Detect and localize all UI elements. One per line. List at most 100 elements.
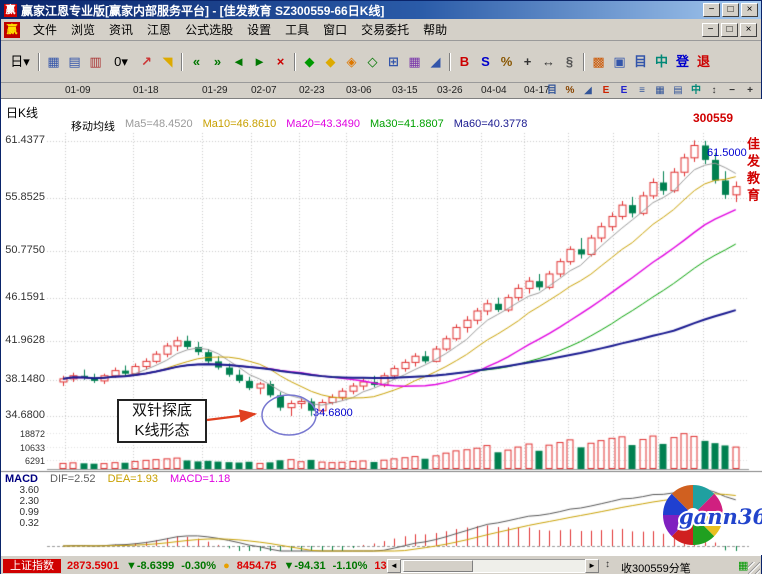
minimize-button[interactable]: − [703,3,720,17]
menu-item[interactable]: 交易委托 [354,18,416,41]
brand-icon: 赢 [4,22,20,38]
scroll-left-icon[interactable]: ◄ [387,559,401,573]
price-axis-label: 46.1591 [1,291,45,303]
menu-item[interactable]: 文件 [26,18,64,41]
macd-axis-label: 3.60 [1,485,39,496]
index-badge[interactable]: 上证指数 [3,559,61,573]
drawing-board-icon[interactable]: ▦ [43,52,64,72]
date-label: 04-04 [481,85,507,96]
scroll-right-icon[interactable]: ► [585,559,599,573]
splitter-icon[interactable]: ↕ [605,559,610,570]
price-axis-label: 34.6800 [1,409,45,421]
volume-axis-label: 10633 [1,443,45,453]
gann-diamond-outline-icon[interactable]: ◇ [362,52,383,72]
mdi-minimize-button[interactable]: − [702,23,719,37]
status-value: ▼-8.6399 [126,559,174,573]
ma-legend-item: Ma60=40.3778 [454,118,528,134]
macd-axis-label: 2.30 [1,496,39,507]
toolbar-separator [583,53,585,71]
macd-axis-label: 0.99 [1,507,39,518]
info-panel-icon[interactable]: 目 [630,52,651,72]
ma-legend-title: 移动均线 [71,118,115,134]
toolbar-icons: 日▾▦▤▥0▾↗◥«»◄►×◆◆◈◇⊞▦◢BS%+↔§▩▣目中登退 [5,52,714,72]
list-panel-icon[interactable]: 目 [543,84,561,98]
flag-marker-icon[interactable]: ◥ [157,52,178,72]
gann-diamond-yellow-icon[interactable]: ◆ [320,52,341,72]
fan-tool-icon[interactable]: ◢ [579,84,597,98]
page-left-icon[interactable]: ◄ [228,52,249,72]
color-blocks-icon[interactable]: ▩ [588,52,609,72]
mdi-restore-button[interactable]: □ [721,23,738,37]
menu-item[interactable]: 资讯 [102,18,140,41]
center-tool-icon[interactable]: 中 [687,84,705,98]
settings-tool-icon[interactable]: § [559,52,580,72]
zoom-out-icon[interactable]: − [723,84,741,98]
period-day-dropdown[interactable]: 日▾ [5,52,35,72]
annotation-arrow-icon [207,414,255,420]
sell-point-icon[interactable]: S [475,52,496,72]
expand-e-down-icon[interactable]: E [615,84,633,98]
login-icon[interactable]: 登 [672,52,693,72]
annotation-line2: K线形态 [119,421,205,441]
menu-item[interactable]: 公式选股 [178,18,240,41]
chart-area: 日K线 移动均线 Ma5=48.4520Ma10=46.8610Ma20=43.… [1,99,762,555]
mdi-close-button[interactable]: × [740,23,757,37]
macd-title: MACD [5,473,38,485]
status-value: -1.10% [333,559,368,573]
close-button[interactable]: × [741,3,758,17]
gann-double-diamond-icon[interactable]: ◈ [341,52,362,72]
gann-square-icon[interactable]: ▦ [404,52,425,72]
kline-panel-icon[interactable]: ▥ [85,52,106,72]
toolbar-separator [181,53,183,71]
page-right-icon[interactable]: ► [249,52,270,72]
scrollbar-thumb[interactable] [403,560,473,572]
menu-item[interactable]: 窗口 [316,18,354,41]
grid-tool-icon[interactable]: ▦ [651,84,669,98]
trend-marker-icon[interactable]: ↗ [136,52,157,72]
volume-axis-label: 6291 [1,456,45,466]
center-panel-icon[interactable]: 中 [651,52,672,72]
percent-tool-icon[interactable]: % [496,52,517,72]
annotation-line1: 双针探底 [119,401,205,421]
move-tool-icon[interactable]: ↔ [538,52,559,72]
watchlist-icon[interactable]: ▤ [64,52,85,72]
menu-item[interactable]: 工具 [278,18,316,41]
exit-icon[interactable]: 退 [693,52,714,72]
crosshair-tool-icon[interactable]: + [517,52,538,72]
scrollbar-track[interactable] [401,559,585,573]
lines-tool-icon[interactable]: ≡ [633,84,651,98]
buy-point-icon[interactable]: B [454,52,475,72]
menu-item[interactable]: 设置 [240,18,278,41]
gann-grid-icon[interactable]: ⊞ [383,52,404,72]
chart-canvas[interactable] [1,99,762,555]
gann-fan-icon[interactable]: ◢ [425,52,446,72]
menu-item[interactable]: 江恩 [140,18,178,41]
toolbar-separator [38,53,40,71]
zoom-in-icon[interactable]: + [741,84,759,98]
resize-grip[interactable] [748,562,760,574]
gann-diamond-green-icon[interactable]: ◆ [299,52,320,72]
menu-item[interactable]: 帮助 [416,18,454,41]
delete-marker-icon[interactable]: × [270,52,291,72]
annotation-ellipse [262,395,316,435]
panel-rows-icon[interactable]: ▤ [669,84,687,98]
vertical-adjust-icon[interactable]: ↕ [705,84,723,98]
layout-grid-icon[interactable]: ▣ [609,52,630,72]
app-logo-icon: 赢 [4,4,17,17]
status-value: ▼-94.31 [283,559,325,573]
macd-legend-item: MACD=1.18 [170,473,230,485]
playback-rewind-icon[interactable]: « [186,52,207,72]
date-label: 03-15 [392,85,418,96]
indicator-zero-dropdown[interactable]: 0▾ [106,52,136,72]
price-axis-label: 50.7750 [1,244,45,256]
playback-forward-icon[interactable]: » [207,52,228,72]
expand-e-up-icon[interactable]: E [597,84,615,98]
annotation-box[interactable]: 双针探底 K线形态 [117,399,207,443]
horizontal-scrollbar[interactable]: ◄ ► [387,559,599,573]
gann360-logo: gann360 [653,481,762,551]
date-ruler[interactable]: 01-0901-1801-2902-0702-2303-0603-1503-26… [1,83,761,99]
menu-item[interactable]: 浏览 [64,18,102,41]
title-bar[interactable]: 赢 赢家江恩专业版[赢家内部服务平台] - [佳发教育 SZ300559-66日… [1,1,761,19]
maximize-button[interactable]: □ [722,3,739,17]
percent-scale-icon[interactable]: % [561,84,579,98]
